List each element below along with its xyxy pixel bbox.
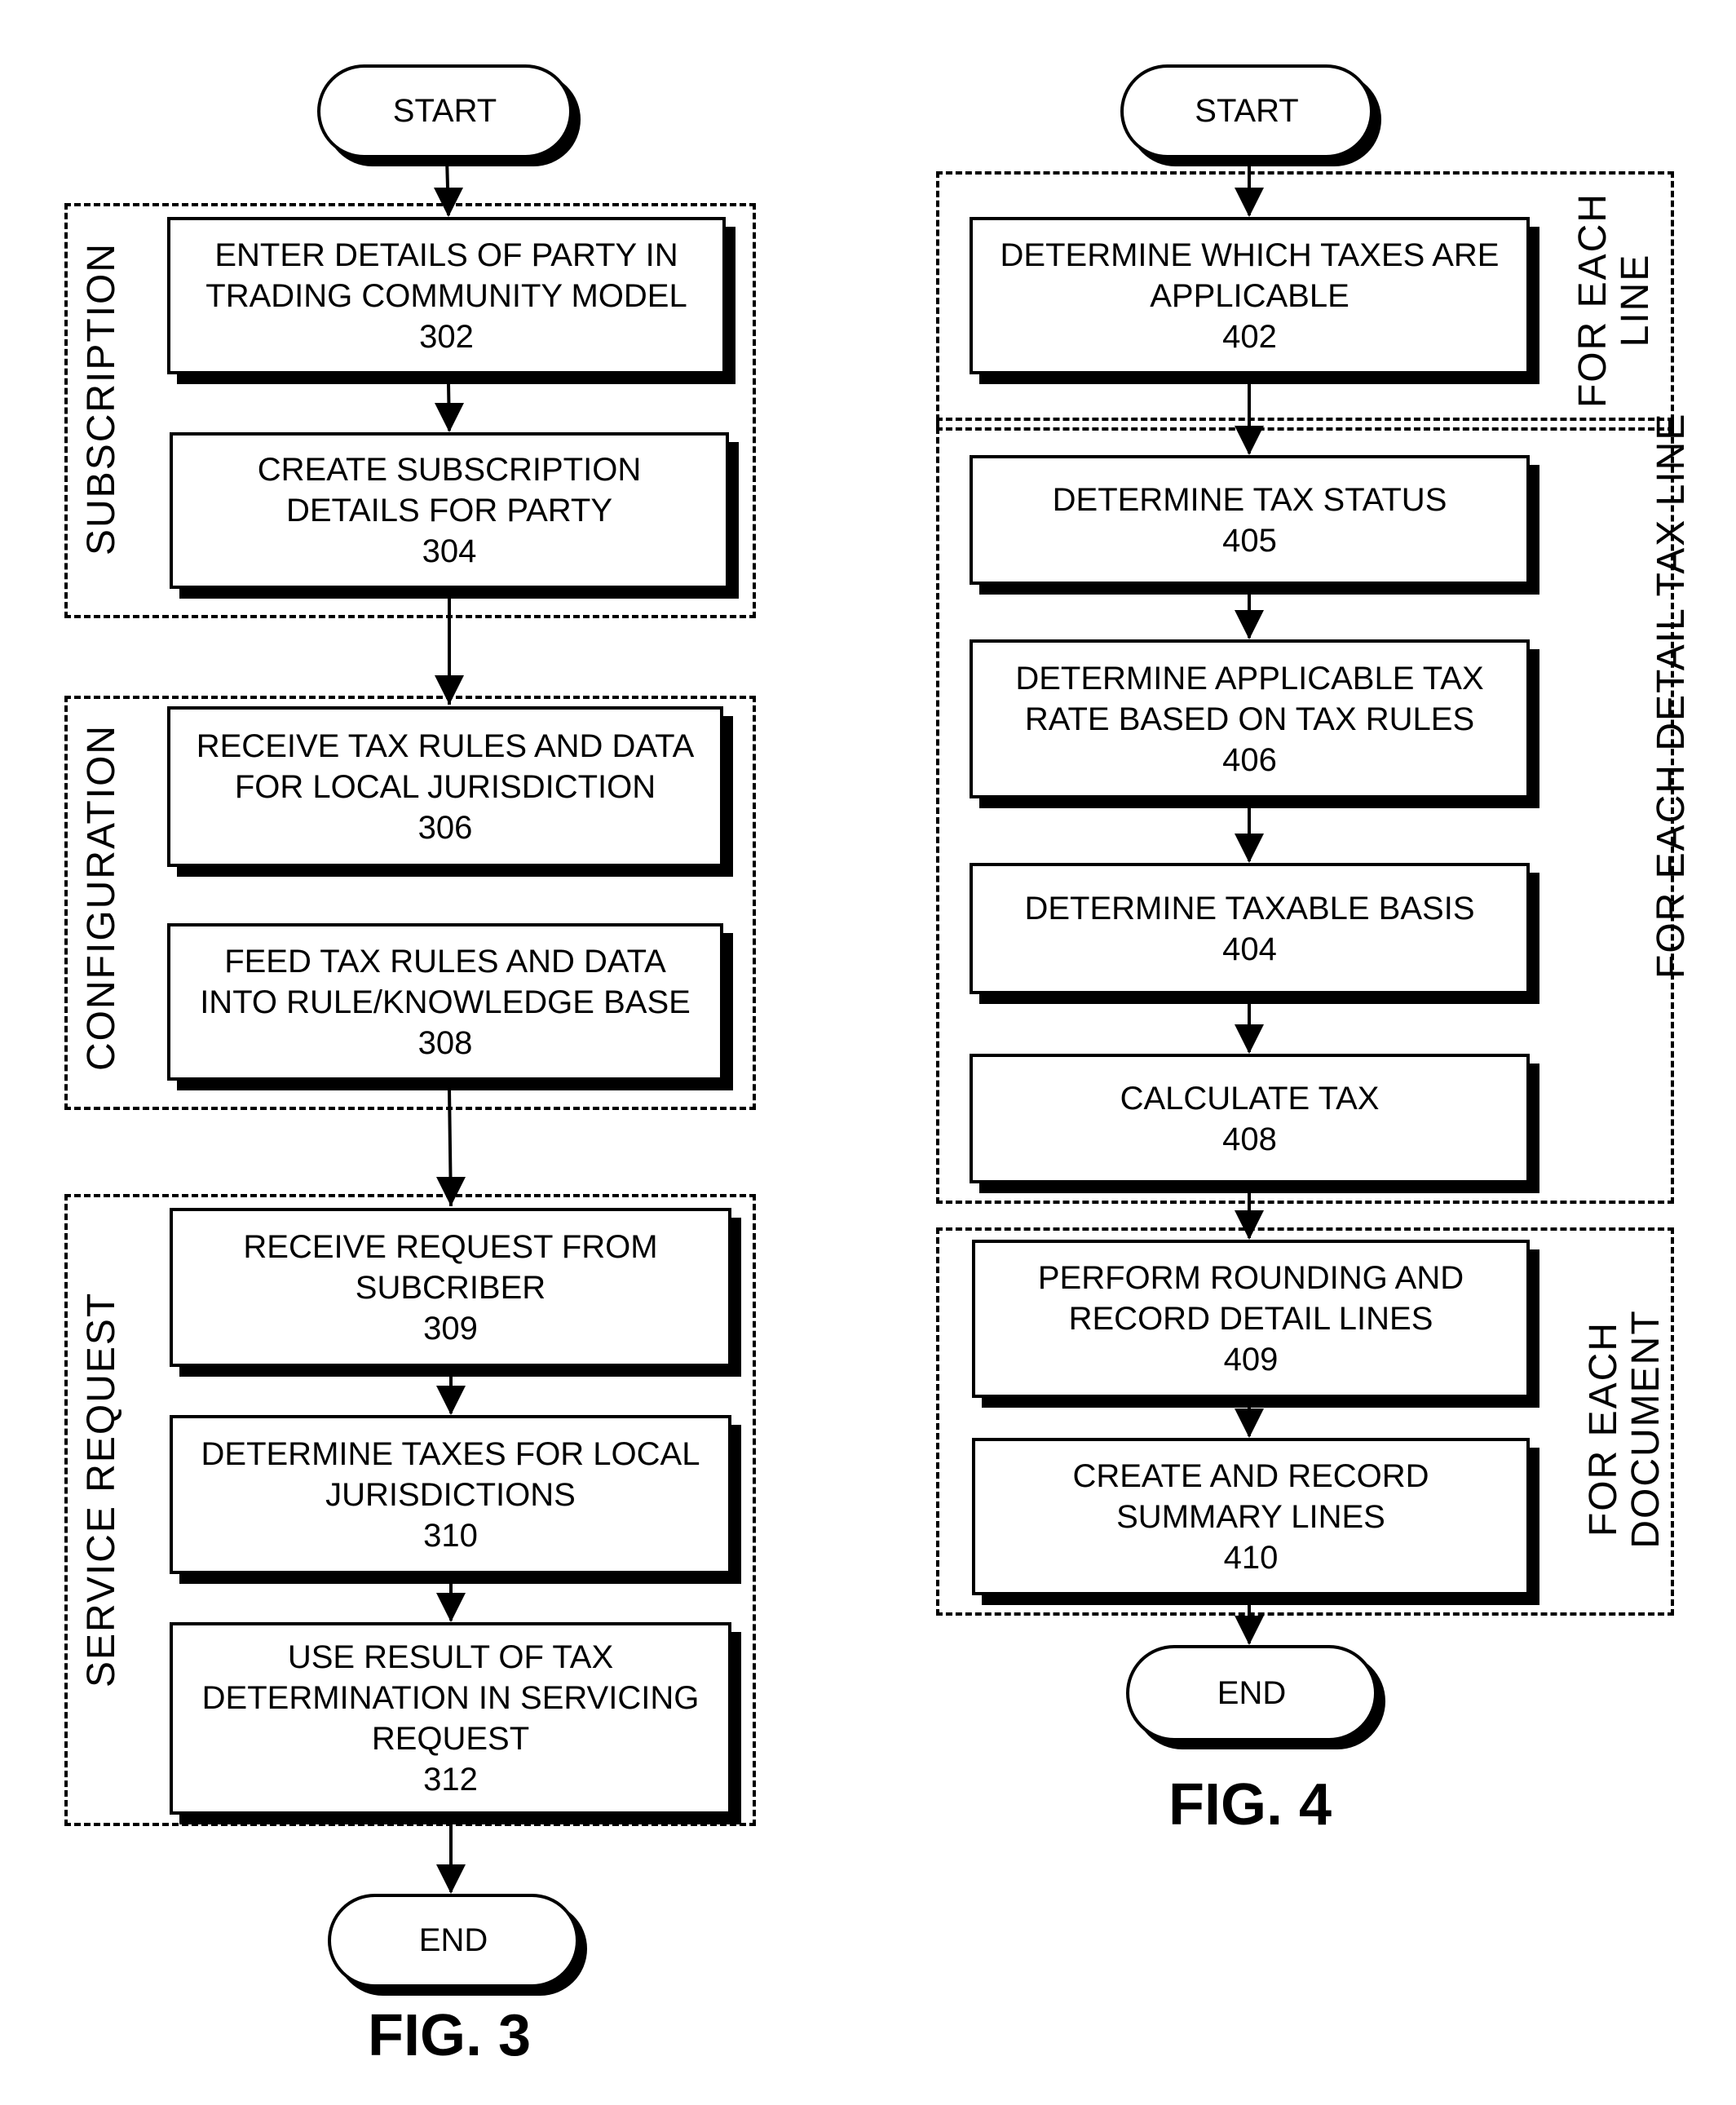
step-302: ENTER DETAILS OF PARTY IN TRADING COMMUN… — [167, 217, 726, 374]
step-text: DETERMINE TAXES FOR LOCAL — [201, 1435, 700, 1472]
arrowhead — [1235, 1616, 1264, 1645]
step-ref: 312 — [423, 1762, 478, 1798]
step-text: DETERMINE WHICH TAXES ARE — [1000, 237, 1500, 273]
step-text: REQUEST — [371, 1721, 530, 1757]
step-text: USE RESULT OF TAX — [287, 1639, 614, 1675]
step-text: SUBCRIBER — [355, 1269, 546, 1306]
step-304: CREATE SUBSCRIPTION DETAILS FOR PARTY 30… — [170, 432, 729, 589]
figure-caption-fig3: FIG. 3 — [367, 2003, 532, 2068]
step-410: CREATE AND RECORD SUMMARY LINES 410 — [972, 1438, 1530, 1595]
step-text: ENTER DETAILS OF PARTY IN — [214, 237, 678, 273]
step-text: DETERMINATION IN SERVICING — [201, 1680, 700, 1716]
step-text: DETERMINE APPLICABLE TAX — [1015, 660, 1484, 697]
arrowhead — [436, 1864, 466, 1894]
step-ref: 405 — [1222, 522, 1277, 559]
step-text: TRADING COMMUNITY MODEL — [205, 277, 687, 314]
step-text: RATE BASED ON TAX RULES — [1024, 701, 1475, 737]
start-label: START — [392, 93, 497, 129]
group-label-service-request: SERVICE REQUEST — [80, 1291, 123, 1687]
group-label-subscription: SUBSCRIPTION — [80, 241, 123, 555]
step-ref: 308 — [417, 1024, 473, 1061]
step-text: APPLICABLE — [1150, 277, 1349, 314]
group-label-for-each-detail-tax-line: FOR EACH DETAIL TAX LINE — [1650, 412, 1693, 979]
step-312: USE RESULT OF TAX DETERMINATION IN SERVI… — [170, 1622, 731, 1815]
step-text: JURISDICTIONS — [325, 1476, 576, 1513]
step-text: FEED TAX RULES AND DATA — [224, 943, 666, 980]
step-text: SUMMARY LINES — [1116, 1498, 1385, 1535]
step-406: DETERMINE APPLICABLE TAX RATE BASED ON T… — [970, 639, 1530, 798]
step-text: DETERMINE TAXABLE BASIS — [1024, 890, 1475, 926]
group-label-configuration: CONFIGURATION — [80, 723, 123, 1071]
group-label-line: FOR EACH — [1571, 192, 1615, 409]
step-ref: 409 — [1223, 1342, 1279, 1378]
step-ref: 408 — [1222, 1121, 1277, 1157]
group-label-line: LINE — [1614, 253, 1657, 347]
end-terminal-fig4: END — [1126, 1645, 1377, 1741]
step-ref: 304 — [422, 533, 477, 569]
step-409: PERFORM ROUNDING AND RECORD DETAIL LINES… — [972, 1240, 1530, 1398]
step-text: FOR LOCAL JURISDICTION — [234, 768, 656, 805]
start-label: START — [1195, 93, 1299, 129]
step-309: RECEIVE REQUEST FROM SUBCRIBER 309 — [170, 1208, 731, 1367]
end-terminal-fig3: END — [328, 1894, 579, 1988]
step-text: RECEIVE TAX RULES AND DATA — [196, 727, 695, 764]
group-label-for-each-document: FOR EACH DOCUMENT — [1582, 1307, 1668, 1551]
step-408: CALCULATE TAX 408 — [970, 1054, 1530, 1183]
step-text: CREATE SUBSCRIPTION — [257, 452, 642, 488]
step-ref: 402 — [1222, 318, 1277, 355]
step-text: PERFORM ROUNDING AND — [1037, 1260, 1464, 1296]
step-text: DETAILS FOR PARTY — [285, 493, 613, 528]
step-text: DETERMINE TAX STATUS — [1052, 481, 1447, 518]
step-ref: 310 — [423, 1517, 478, 1554]
step-text: INTO RULE/KNOWLEDGE BASE — [200, 984, 691, 1020]
step-308: FEED TAX RULES AND DATA INTO RULE/KNOWLE… — [167, 923, 723, 1081]
step-text: CREATE AND RECORD — [1072, 1457, 1429, 1494]
step-405: DETERMINE TAX STATUS 405 — [970, 455, 1530, 585]
step-text: CALCULATE TAX — [1120, 1080, 1380, 1117]
step-ref: 410 — [1223, 1539, 1279, 1576]
group-label-line: FOR EACH — [1582, 1321, 1625, 1537]
figure-caption-fig4: FIG. 4 — [1168, 1772, 1332, 1837]
group-label-line: DOCUMENT — [1624, 1309, 1668, 1549]
step-ref: 306 — [417, 809, 473, 846]
start-terminal-fig4: START — [1120, 64, 1373, 158]
end-label: END — [418, 1922, 488, 1958]
step-text: RECEIVE REQUEST FROM — [243, 1228, 658, 1265]
step-402: DETERMINE WHICH TAXES ARE APPLICABLE 402 — [970, 217, 1530, 374]
step-310: DETERMINE TAXES FOR LOCAL JURISDICTIONS … — [170, 1415, 731, 1574]
start-terminal-fig3: START — [317, 64, 572, 158]
step-404: DETERMINE TAXABLE BASIS 404 — [970, 863, 1530, 994]
end-label: END — [1217, 1674, 1287, 1711]
step-ref: 406 — [1222, 741, 1277, 778]
step-text: RECORD DETAIL LINES — [1068, 1301, 1433, 1337]
group-label-for-each-line: FOR EACH LINE — [1571, 178, 1657, 422]
step-ref: 302 — [419, 318, 474, 355]
step-ref: 309 — [423, 1310, 478, 1347]
step-ref: 404 — [1222, 931, 1277, 967]
step-306: RECEIVE TAX RULES AND DATA FOR LOCAL JUR… — [167, 706, 723, 867]
